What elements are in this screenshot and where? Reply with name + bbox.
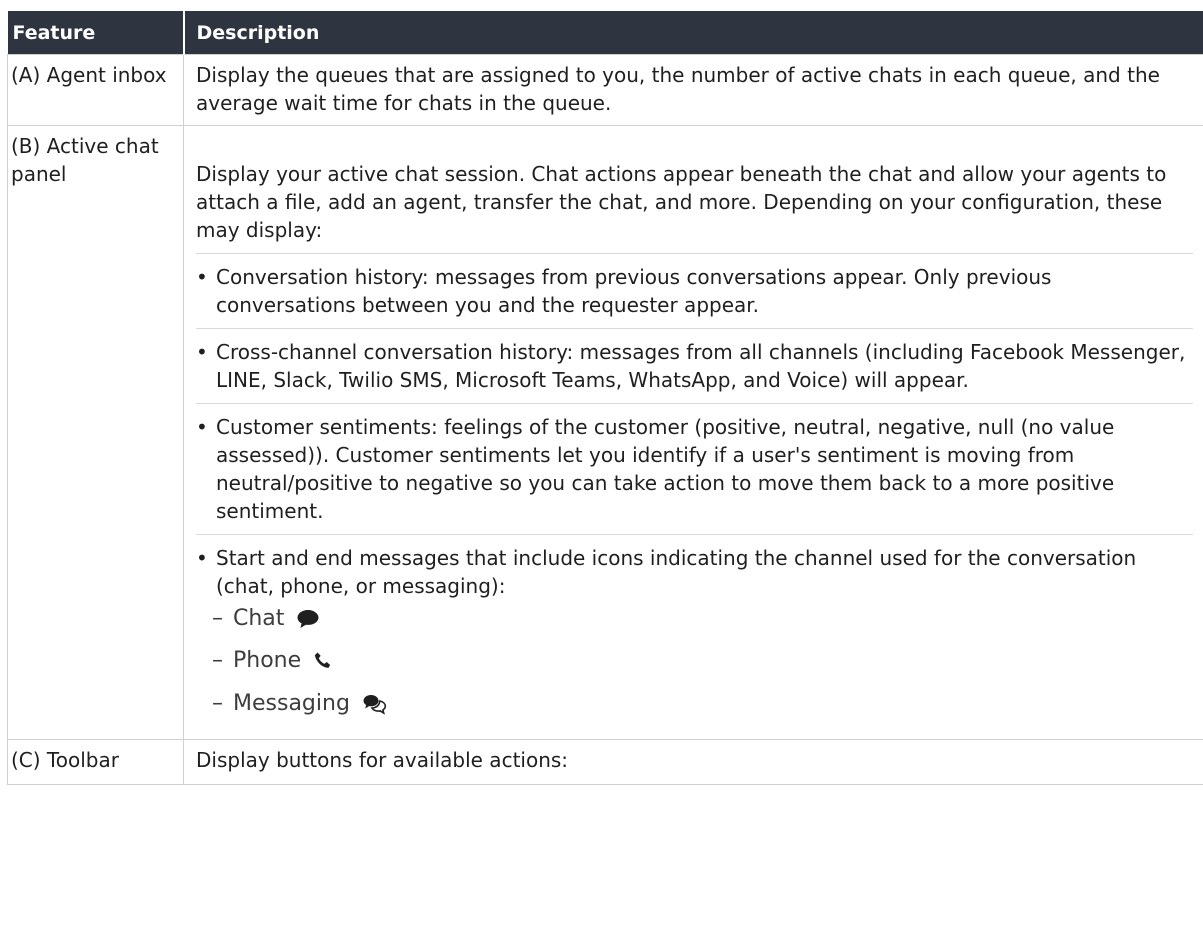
channel-label: Phone [233, 648, 302, 673]
table-header-row: Feature Description [7, 11, 1203, 55]
channel-label: Chat [233, 606, 285, 631]
header-description: Description [182, 11, 1203, 55]
feature-table-page: Feature Description (A) Agent inbox Disp… [0, 0, 1203, 940]
bullet-dot: • [196, 265, 208, 289]
table-row-active-chat-panel: (B) Active chat panel Display your activ… [7, 125, 1203, 740]
feature-cell-toolbar: (C) Toolbar [7, 739, 184, 785]
description-cell-agent-inbox: Display the queues that are assigned to … [183, 54, 1203, 126]
feature-table: Feature Description (A) Agent inbox Disp… [7, 11, 1203, 785]
dash-mark: – [212, 648, 223, 673]
bullet-item-customer-sentiments: • Customer sentiments: feelings of the cu… [196, 403, 1193, 525]
header-feature: Feature [7, 11, 184, 55]
channel-item-chat: – Chat [196, 604, 1193, 634]
feature-cell-agent-inbox: (A) Agent inbox [7, 54, 184, 126]
bullet-text: Conversation history: messages from prev… [216, 265, 1052, 317]
table-row-agent-inbox: (A) Agent inbox Display the queues that … [7, 54, 1203, 126]
bullet-dot: • [196, 546, 208, 570]
channel-item-messaging: – Messaging [196, 689, 1193, 719]
channel-item-phone: – Phone [196, 646, 1193, 676]
bullet-text: Customer sentiments: feelings of the cus… [216, 415, 1115, 523]
bullet-item-conversation-history: • Conversation history: messages from pre… [196, 253, 1193, 319]
dash-mark: – [212, 606, 223, 631]
feature-cell-active-chat-panel: (B) Active chat panel [7, 125, 184, 740]
phone-icon [313, 651, 333, 671]
active-chat-intro: Display your active chat session. Chat a… [196, 162, 1167, 242]
bullet-item-start-end-messages: • Start and end messages that include ico… [196, 534, 1193, 719]
bullet-text: Cross-channel conversation history: mess… [216, 340, 1186, 392]
bullet-item-cross-channel-history: • Cross-channel conversation history: mes… [196, 328, 1193, 394]
bullet-dot: • [196, 415, 208, 439]
chat-bubble-icon [296, 608, 320, 630]
table-row-toolbar: (C) Toolbar Display buttons for availabl… [7, 739, 1203, 785]
description-cell-active-chat-panel: Display your active chat session. Chat a… [183, 125, 1203, 740]
description-cell-toolbar: Display buttons for available actions: [183, 739, 1203, 785]
bullet-dot: • [196, 340, 208, 364]
bullet-text: Start and end messages that include icon… [216, 546, 1137, 598]
channel-label: Messaging [233, 691, 350, 716]
dash-mark: – [212, 691, 223, 716]
messaging-bubbles-icon [362, 693, 388, 715]
